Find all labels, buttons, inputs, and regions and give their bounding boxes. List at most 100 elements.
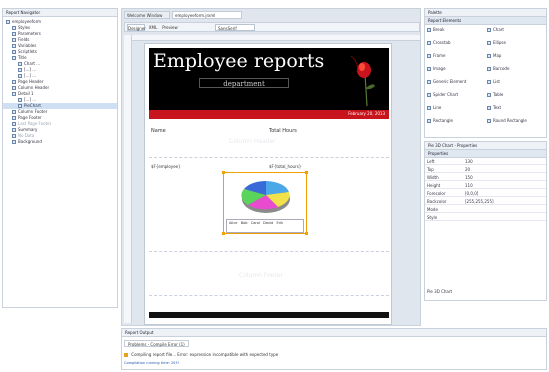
tree-item[interactable]: Background: [3, 139, 117, 145]
property-row[interactable]: Width 150: [425, 174, 546, 181]
palette-element-icon: [427, 106, 431, 110]
editor-tabs: Welcome Window employeeform.jrxml: [124, 11, 420, 19]
property-value[interactable]: 130: [465, 158, 473, 165]
property-value[interactable]: [0,0,0]: [465, 190, 478, 197]
legend-item-4: David: [263, 221, 274, 225]
property-row[interactable]: Mode: [425, 206, 546, 213]
tree-node-icon: [6, 20, 10, 24]
report-title: Employee reports: [153, 50, 325, 72]
tab-welcome-window[interactable]: Welcome Window: [124, 11, 170, 19]
palette-element-icon: [427, 28, 431, 32]
property-row[interactable]: Left 130: [425, 158, 546, 165]
date-strip: February 20, 2013: [149, 110, 389, 119]
property-value[interactable]: [255,255,255]: [465, 198, 494, 205]
palette-item[interactable]: Break: [427, 27, 485, 33]
property-value[interactable]: 110: [465, 182, 473, 189]
tree-node-icon: [12, 92, 16, 96]
tree-item-label: employeeform: [12, 19, 42, 24]
property-key: Width: [427, 175, 439, 180]
palette-item[interactable]: Round Rectangle: [487, 118, 545, 124]
report-date: February 20, 2013: [348, 111, 385, 116]
property-row[interactable]: Height 110: [425, 182, 546, 189]
palette-item[interactable]: Table: [487, 92, 545, 98]
resize-handle-bottom-left[interactable]: [222, 232, 225, 235]
tree-node-icon: [12, 122, 16, 126]
tab-employeeform[interactable]: employeeform.jrxml: [172, 11, 242, 19]
palette-panel: Palette Report Elements Break Crosstab Fra…: [424, 8, 547, 138]
palette-item[interactable]: Ellipse: [487, 40, 545, 46]
palette-item[interactable]: Frame: [427, 53, 485, 59]
tree-item-label: Styles: [18, 25, 31, 30]
output-status: Compilation running time: 203!: [124, 361, 180, 365]
output-panel: Report Output Problems - Compile Error (…: [121, 328, 547, 370]
tree-node-icon: [18, 68, 22, 72]
resize-handle-top-left[interactable]: [222, 171, 225, 174]
column-header-band[interactable]: Name Total Hours Column Header: [149, 124, 389, 158]
palette-item[interactable]: Map: [487, 53, 545, 59]
view-tab-preview[interactable]: Preview: [161, 24, 179, 31]
palette-item-label: List: [493, 79, 500, 84]
palette-element-icon: [487, 80, 491, 84]
pie-chart-element[interactable]: Alice Bob Carol David Erik: [222, 171, 308, 235]
detail-band[interactable]: $F{employee} $F{total_hours} Alice Bob C…: [149, 162, 389, 252]
property-value[interactable]: 20: [465, 166, 470, 173]
band-label-column-header: Column Header: [229, 138, 276, 145]
output-tab[interactable]: Problems - Compile Error (1): [124, 340, 189, 347]
tree-item-label: Detail 1: [18, 91, 34, 96]
tree-node-icon: [12, 26, 16, 30]
editor-area: Welcome Window employeeform.jrxml Design…: [121, 8, 421, 326]
property-key: Left: [427, 159, 435, 164]
palette-item-label: Crosstab: [433, 40, 451, 45]
report-navigator-panel: Report Navigator employeeform Styles Param…: [2, 8, 118, 308]
tree-node-icon: [12, 140, 16, 144]
property-row[interactable]: Forecolor [0,0,0]: [425, 190, 546, 197]
property-row[interactable]: Style: [425, 214, 546, 221]
palette-item[interactable]: Spider Chart: [427, 92, 485, 98]
report-canvas[interactable]: Employee reports department February 20,…: [144, 43, 392, 325]
tree-node-icon: [12, 56, 16, 60]
tree-node-icon: [12, 116, 16, 120]
palette-item[interactable]: List: [487, 79, 545, 85]
property-row[interactable]: Backcolor [255,255,255]: [425, 198, 546, 205]
palette-item[interactable]: Text: [487, 105, 545, 111]
palette-element-icon: [487, 67, 491, 71]
tree-node-icon: [18, 104, 22, 108]
resize-handle-top-right[interactable]: [305, 171, 308, 174]
legend-item-3: Carol: [250, 221, 260, 225]
palette-element-icon: [487, 119, 491, 123]
detail-field-hours: $F{total_hours}: [269, 164, 302, 169]
font-name-select[interactable]: SansSerif: [215, 24, 255, 31]
view-tab-designer[interactable]: Designer: [127, 24, 146, 31]
properties-footer: Pie 3D Chart: [427, 289, 453, 294]
property-row[interactable]: Top 20: [425, 166, 546, 173]
palette-item[interactable]: Rectangle: [427, 118, 485, 124]
column-footer-band[interactable]: Column Footer: [149, 256, 389, 296]
property-value[interactable]: 150: [465, 174, 473, 181]
palette-item[interactable]: Crosstab: [427, 40, 485, 46]
palette-item[interactable]: Line: [427, 105, 485, 111]
pie-chart-graphic: [241, 180, 290, 213]
rose-image: [345, 52, 385, 108]
palette-item[interactable]: Generic Element: [427, 79, 485, 85]
properties-panel: Pie 3D Chart - Properties Properties Lef…: [424, 141, 547, 301]
tree-node-icon: [12, 86, 16, 90]
resize-handle-bottom-right[interactable]: [305, 232, 308, 235]
warning-icon: [124, 353, 128, 357]
legend-item-5: Erik: [276, 221, 284, 225]
palette-element-icon: [487, 54, 491, 58]
navigator-title: Report Navigator: [3, 9, 117, 17]
palette-item[interactable]: Barcode: [487, 66, 545, 72]
tree-item-label: Parameters: [18, 31, 41, 36]
tree-node-icon: [12, 128, 16, 132]
palette-item-label: Round Rectangle: [493, 118, 527, 123]
title-band[interactable]: Employee reports department: [149, 48, 389, 110]
tree-item-label: [...] ...: [24, 67, 37, 72]
palette-item[interactable]: Chart: [487, 27, 545, 33]
palette-element-icon: [487, 41, 491, 45]
view-tab-xml[interactable]: XML: [147, 24, 159, 31]
palette-item[interactable]: Image: [427, 66, 485, 72]
tree-node-icon: [12, 134, 16, 138]
tree-node-icon: [12, 38, 16, 42]
palette-element-icon: [427, 41, 431, 45]
property-key: Top: [427, 167, 434, 172]
